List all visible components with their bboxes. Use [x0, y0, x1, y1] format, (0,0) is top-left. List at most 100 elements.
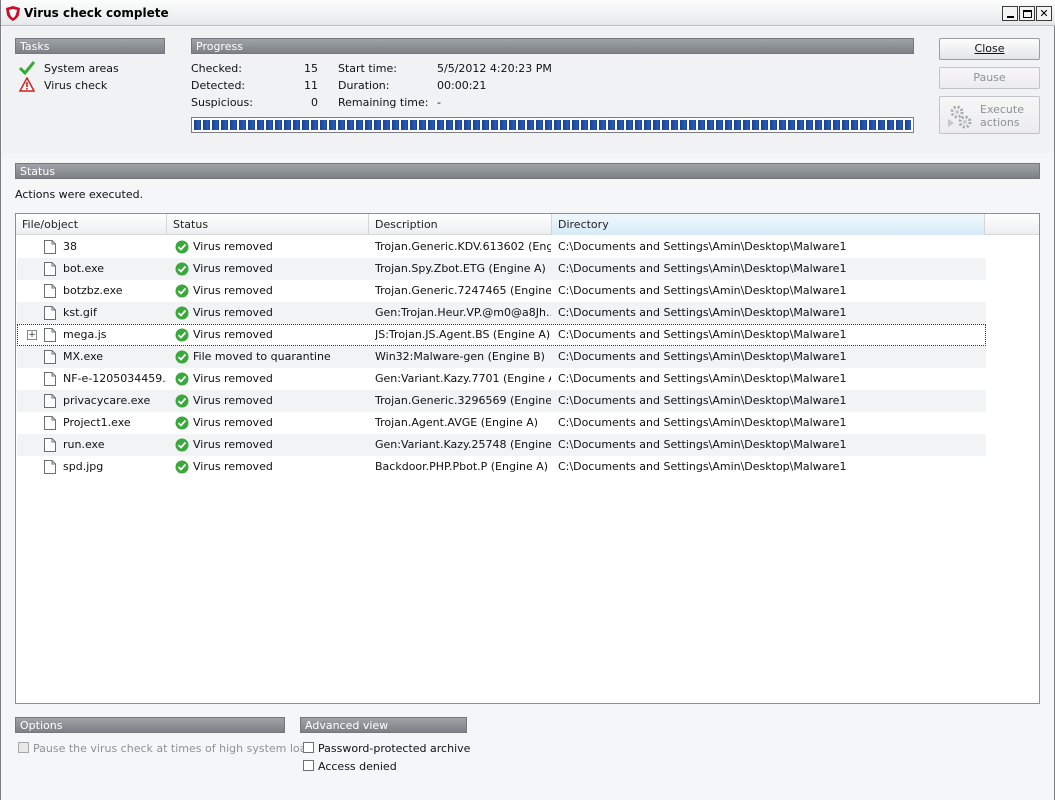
password-protected-checkbox[interactable]	[303, 742, 314, 753]
options-header: Options	[15, 717, 285, 733]
cell-directory: C:\Documents and Settings\Amin\Desktop\M…	[558, 328, 847, 341]
progress-bar	[191, 117, 914, 133]
cell-directory: C:\Documents and Settings\Amin\Desktop\M…	[558, 350, 847, 363]
cell-directory: C:\Documents and Settings\Amin\Desktop\M…	[558, 394, 847, 407]
table-row[interactable]: run.exe Virus removed Gen:Variant.Kazy.257…	[17, 434, 986, 456]
file-icon	[44, 460, 56, 474]
table-row[interactable]: Project1.exe Virus removed Trojan.Agent.AV…	[17, 412, 986, 434]
success-check-icon	[175, 240, 189, 254]
pause-high-load-label: Pause the virus check at times of high s…	[33, 742, 314, 755]
cell-file: NF-e-1205034459...	[63, 372, 167, 385]
cell-directory: C:\Documents and Settings\Amin\Desktop\M…	[558, 416, 847, 429]
start-time-value: 5/5/2012 4:20:23 PM	[437, 62, 552, 75]
minimize-button[interactable]	[1002, 6, 1018, 21]
detected-value: 11	[304, 79, 318, 92]
access-denied-checkbox[interactable]	[303, 760, 314, 771]
cell-file: spd.jpg	[63, 460, 104, 473]
success-check-icon	[175, 460, 189, 474]
table-row[interactable]: botzbz.exe Virus removed Trojan.Generic.72…	[17, 280, 986, 302]
window-title: Virus check complete	[24, 6, 169, 20]
execute-label-line1: Execute	[980, 103, 1024, 116]
file-icon	[44, 372, 56, 386]
cell-directory: C:\Documents and Settings\Amin\Desktop\M…	[558, 262, 847, 275]
table-row[interactable]: spd.jpg Virus removed Backdoor.PHP.Pbot.P …	[17, 456, 986, 478]
cell-status: Virus removed	[193, 416, 273, 429]
table-row[interactable]: kst.gif Virus removed Gen:Trojan.Heur.VP.@…	[17, 302, 986, 324]
status-message: Actions were executed.	[15, 188, 144, 201]
cell-directory: C:\Documents and Settings\Amin\Desktop\M…	[558, 240, 847, 253]
password-protected-label: Password-protected archive	[318, 742, 471, 755]
cell-directory: C:\Documents and Settings\Amin\Desktop\M…	[558, 284, 847, 297]
success-check-icon	[175, 350, 189, 364]
expand-icon[interactable]: +	[27, 330, 37, 340]
success-check-icon	[175, 372, 189, 386]
cell-description: Trojan.Generic.KDV.613602 (Engi...	[375, 240, 551, 253]
cell-description: Gen:Trojan.Heur.VP.@m0@a8Jh...	[375, 306, 551, 319]
execute-actions-button[interactable]: Execute actions	[939, 96, 1040, 134]
cell-file: 38	[63, 240, 77, 253]
progress-fill	[194, 120, 911, 130]
table-row[interactable]: privacycare.exe Virus removed Trojan.Gener…	[17, 390, 986, 412]
cell-file: run.exe	[63, 438, 105, 451]
warning-icon	[19, 77, 35, 92]
pause-button[interactable]: Pause	[939, 67, 1040, 89]
suspicious-label: Suspicious:	[191, 96, 253, 109]
table-row[interactable]: bot.exe Virus removed Trojan.Spy.Zbot.ETG …	[17, 258, 986, 280]
minimize-icon	[1006, 15, 1014, 18]
cell-directory: C:\Documents and Settings\Amin\Desktop\M…	[558, 438, 847, 451]
cell-description: Trojan.Generic.7247465 (Engine A)	[375, 284, 551, 297]
table-row[interactable]: NF-e-1205034459... Virus removed Gen:Varia…	[17, 368, 986, 390]
detected-label: Detected:	[191, 79, 246, 92]
pause-button-label: Pause	[973, 71, 1006, 84]
execute-label-line2: actions	[980, 116, 1020, 129]
column-description[interactable]: Description	[369, 214, 552, 235]
table-row[interactable]: MX.exe File moved to quarantine Win32:Malw…	[17, 346, 986, 368]
cell-status: Virus removed	[193, 240, 273, 253]
cell-status: Virus removed	[193, 438, 273, 451]
pause-high-load-checkbox[interactable]	[18, 742, 29, 753]
file-icon	[44, 284, 56, 298]
tasks-header: Tasks	[15, 38, 165, 54]
success-check-icon	[175, 328, 189, 342]
cell-description: Trojan.Spy.Zbot.ETG (Engine A)	[375, 262, 546, 275]
cell-description: Trojan.Generic.3296569 (Engine A)	[375, 394, 551, 407]
cell-status: Virus removed	[193, 262, 273, 275]
cell-status: File moved to quarantine	[193, 350, 331, 363]
duration-value: 00:00:21	[437, 79, 487, 92]
file-icon	[44, 394, 56, 408]
title-bar: Virus check complete ✕	[1, 0, 1055, 26]
status-header: Status	[15, 163, 1040, 179]
close-window-button[interactable]: ✕	[1036, 6, 1052, 21]
success-check-icon	[175, 394, 189, 408]
cell-file: mega.js	[63, 328, 107, 341]
close-button-label: Close	[974, 42, 1005, 55]
table-row[interactable]: + mega.js Virus removed JS:Trojan.JS.Agent.…	[17, 324, 986, 346]
cell-file: bot.exe	[63, 262, 105, 275]
start-time-label: Start time:	[338, 62, 397, 75]
task-virus-check: Virus check	[44, 79, 108, 92]
file-icon	[44, 416, 56, 430]
cell-status: Virus removed	[193, 284, 273, 297]
column-directory[interactable]: Directory	[552, 214, 985, 235]
cell-description: Backdoor.PHP.Pbot.P (Engine A)	[375, 460, 549, 473]
maximize-button[interactable]	[1019, 6, 1035, 21]
column-file-object[interactable]: File/object	[16, 214, 167, 235]
cell-status: Virus removed	[193, 328, 273, 341]
advanced-view-header: Advanced view	[300, 717, 467, 733]
cell-status: Virus removed	[193, 394, 273, 407]
gears-icon	[948, 105, 972, 129]
cell-description: Gen:Variant.Kazy.25748 (Engine A)	[375, 438, 551, 451]
cell-directory: C:\Documents and Settings\Amin\Desktop\M…	[558, 372, 847, 385]
checked-value: 15	[304, 62, 318, 75]
cell-description: Gen:Variant.Kazy.7701 (Engine A)	[375, 372, 551, 385]
close-button[interactable]: Close	[939, 38, 1040, 60]
maximize-icon	[1022, 9, 1032, 18]
table-row[interactable]: 38 Virus removed Trojan.Generic.KDV.613602…	[17, 236, 986, 258]
access-denied-label: Access denied	[318, 760, 397, 773]
file-icon	[44, 438, 56, 452]
progress-header: Progress	[191, 38, 914, 54]
file-icon	[44, 240, 56, 254]
remaining-time-value: -	[437, 96, 441, 109]
cell-description: JS:Trojan.JS.Agent.BS (Engine A)	[375, 328, 551, 341]
column-status[interactable]: Status	[167, 214, 369, 235]
